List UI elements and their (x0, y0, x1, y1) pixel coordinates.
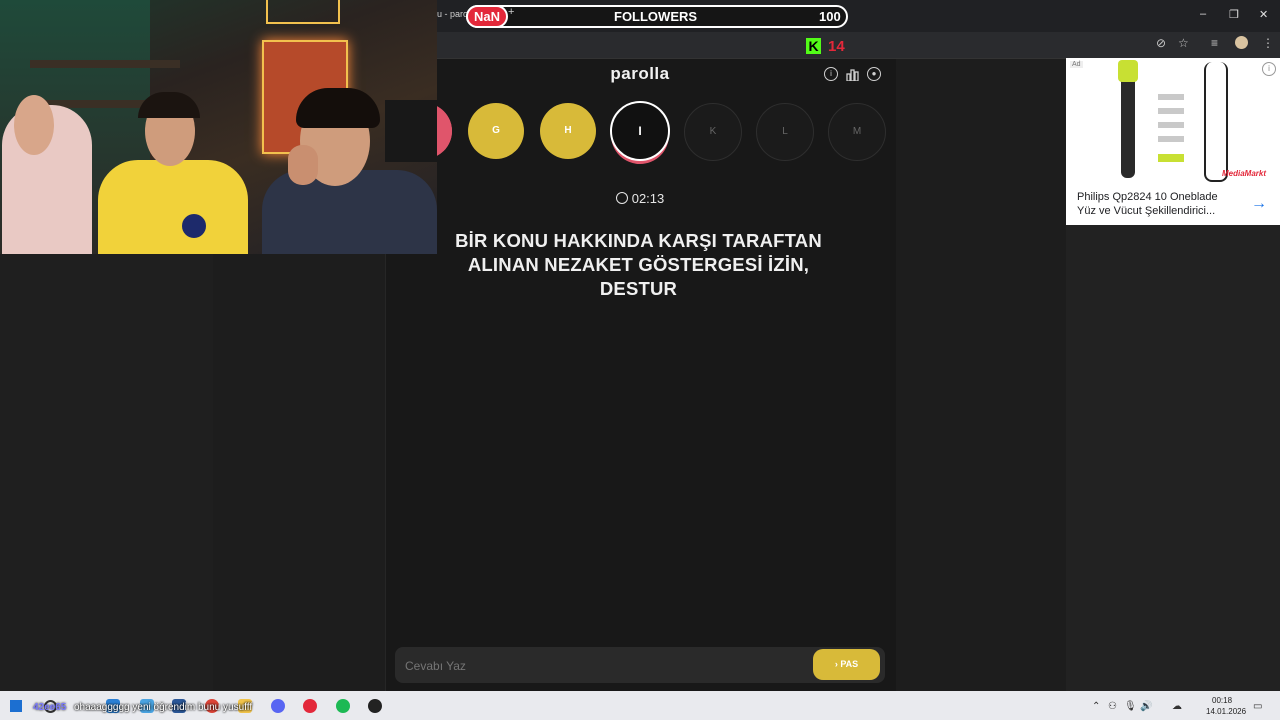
webcam-feed (0, 0, 437, 254)
info-icon[interactable]: i (824, 67, 838, 81)
right-gutter (896, 59, 1066, 691)
chat-message: ohaaaggggg yeni öğrendim bunu yusufff (74, 702, 253, 713)
minimize-button[interactable]: – (1200, 8, 1206, 20)
clock-date[interactable]: 14.01.2026 (1206, 707, 1246, 716)
windows-start-icon[interactable] (10, 700, 22, 712)
ad-badge: Ad (1070, 61, 1083, 68)
reading-list-icon[interactable]: ≡ (1211, 36, 1218, 50)
tray-chevron-up-icon[interactable]: ⌃ (1092, 701, 1100, 712)
clock-time[interactable]: 00:18 (1212, 696, 1232, 705)
kick-viewer-count: 14 (828, 38, 845, 55)
pass-button[interactable]: › PAS (813, 649, 880, 680)
followers-label: FOLLOWERS (614, 9, 698, 24)
app-title: parolla (610, 64, 670, 83)
letter-circle-current: I (610, 101, 670, 161)
stats-icon[interactable] (846, 68, 859, 82)
ad-text[interactable]: Philips Qp2824 10 Oneblade Yüz ve Vücut … (1077, 190, 1237, 218)
notification-icon[interactable]: ▭ (1253, 701, 1262, 712)
profile-avatar[interactable] (1235, 36, 1248, 49)
letter-circle-h: H (540, 103, 596, 159)
letter-circle-k: K (684, 103, 742, 161)
letter-circle-g: G (468, 103, 524, 159)
tray-network-icon[interactable]: ⚇ (1108, 701, 1117, 712)
arrow-right-icon[interactable]: → (1251, 195, 1267, 213)
chat-username: 42ee65 (33, 702, 67, 713)
clock-icon (615, 192, 628, 204)
letter-circle-l: L (756, 103, 814, 161)
followers-count: 100 (819, 9, 841, 24)
question-text: BİR KONU HAKKINDA KARŞI TARAFTAN ALINAN … (455, 230, 822, 299)
menu-kebab-icon[interactable]: ⋮ (1262, 36, 1274, 50)
discord-icon[interactable] (271, 699, 285, 713)
opera-icon[interactable] (303, 699, 317, 713)
answer-input[interactable] (403, 652, 807, 680)
letter-circle-m: M (828, 103, 886, 161)
bookmark-star-icon[interactable]: ☆ (1178, 36, 1189, 50)
browser-tab-title[interactable]: u - paro (437, 9, 468, 19)
obs-icon[interactable] (368, 699, 382, 713)
letter-strip-clip (437, 100, 453, 162)
restore-button[interactable]: ❐ (1229, 8, 1239, 21)
timer-value: 02:13 (631, 191, 665, 206)
eye-slash-icon[interactable]: ⊘ (1156, 36, 1166, 50)
ad-column (1066, 225, 1280, 691)
tray-mic-icon[interactable]: 🎙 (1124, 701, 1137, 712)
nan-badge: NaN (466, 5, 508, 28)
ad-info-icon[interactable]: i (1262, 62, 1276, 76)
chevron-right-icon: › (834, 659, 838, 669)
kick-logo-icon: K (806, 38, 821, 54)
tray-cloud-icon[interactable]: ☁ (1172, 701, 1182, 712)
timer: 02:13 (385, 191, 895, 206)
ad-brand-logo: MediaMarkt (1222, 169, 1267, 178)
pass-label: PAS (840, 659, 859, 669)
letter-strip-mask (385, 100, 437, 162)
close-window-button[interactable]: ✕ (1259, 8, 1268, 21)
new-tab-plus-icon[interactable]: + (508, 6, 514, 18)
user-icon[interactable]: ● (867, 67, 881, 81)
tray-volume-icon[interactable]: 🔊 (1140, 701, 1152, 712)
spotify-icon[interactable] (336, 699, 350, 713)
